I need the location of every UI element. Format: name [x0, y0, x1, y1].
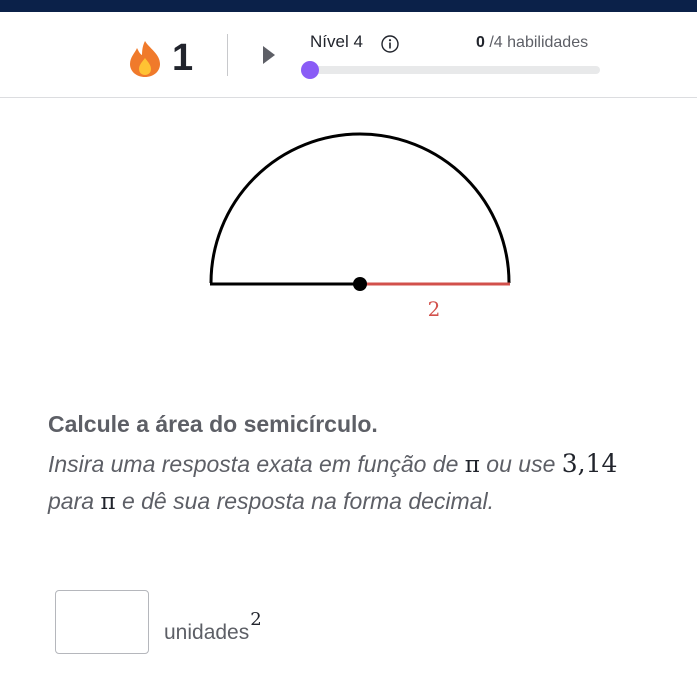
- unit-text: unidades: [164, 621, 250, 644]
- pi-symbol-2: π: [100, 489, 116, 515]
- center-point: [353, 277, 367, 291]
- unit-label: unidades2: [164, 609, 262, 649]
- question-title: Calcule a área do semicírculo.: [48, 411, 378, 437]
- instruction-text-3: para: [48, 488, 101, 514]
- instruction-text-2: ou use: [479, 451, 562, 477]
- streak-count: 1: [172, 37, 194, 79]
- semicircle-arc: [209, 132, 511, 284]
- level-label: Nível 4: [310, 32, 363, 51]
- answer-input[interactable]: [55, 590, 149, 654]
- top-bar: [0, 0, 697, 12]
- progress-header: 1 Nível 4 0 /4 habilidades: [0, 12, 697, 98]
- info-icon[interactable]: [381, 35, 399, 53]
- semicircle-figure: 2: [209, 132, 511, 321]
- level-progress-marker: [301, 61, 319, 79]
- instruction-text-4: e dê sua resposta na forma decimal.: [115, 488, 494, 514]
- play-icon[interactable]: [262, 45, 276, 65]
- skills-done: 0: [476, 34, 485, 51]
- radius-label: 2: [428, 297, 441, 321]
- skills-total: /4 habilidades: [484, 34, 589, 51]
- instruction-text-1: Insira uma resposta exata em função de: [48, 451, 465, 477]
- flame-icon: [130, 41, 160, 77]
- question-area: Calcule a área do semicírculo. Insira um…: [48, 410, 668, 520]
- question-instruction: Insira uma resposta exata em função de π…: [48, 446, 668, 520]
- header-divider: [227, 34, 228, 76]
- level-progress-bar: [308, 66, 600, 74]
- unit-exponent: 2: [250, 609, 262, 630]
- skills-counter: 0 /4 habilidades: [476, 33, 588, 53]
- approx-value: 3,14: [561, 449, 618, 478]
- pi-symbol: π: [464, 452, 480, 478]
